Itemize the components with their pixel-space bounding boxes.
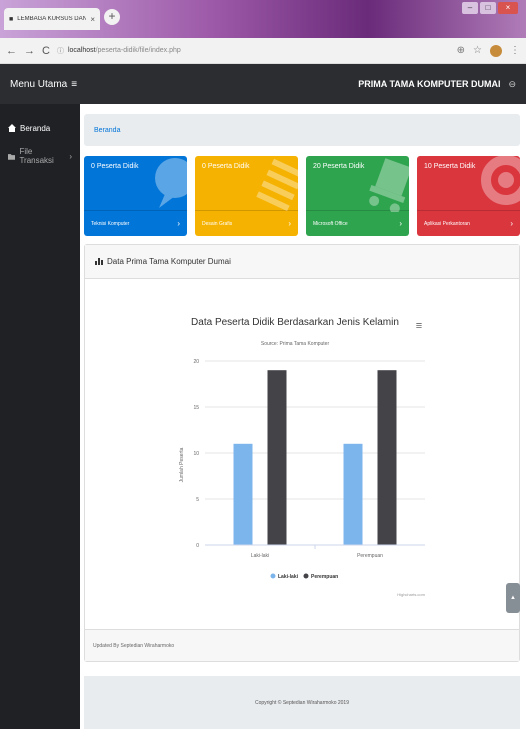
url-field[interactable]: ⓘ localhost/peserta-didik/file/index.php bbox=[57, 46, 450, 56]
stat-card-teknisi: 0 Peserta Didik Teknisi Komputer › bbox=[84, 156, 187, 236]
url-path: /peserta-didik/file/index.php bbox=[95, 47, 181, 54]
legend-marker bbox=[270, 573, 276, 579]
bar-laki-laki-perempuan[interactable] bbox=[343, 443, 363, 545]
brand-name: PRIMA TAMA KOMPUTER DUMAI bbox=[358, 79, 501, 89]
scroll-to-top-button[interactable]: ▲ bbox=[506, 583, 520, 613]
favicon-icon: ■ bbox=[9, 15, 14, 23]
chart-credits[interactable]: Highcharts.com bbox=[397, 592, 425, 597]
browser-menu-icon[interactable]: ⋮ bbox=[510, 45, 520, 56]
top-navbar: Menu Utama ≡ PRIMA TAMA KOMPUTER DUMAI ⊖ bbox=[0, 64, 526, 104]
main-content: Beranda 0 Peserta Didik Teknisi Komputer… bbox=[80, 104, 526, 729]
menu-label: Menu Utama bbox=[10, 78, 68, 90]
x-tick-label: Laki-laki bbox=[251, 553, 269, 559]
sidebar-item-label: Beranda bbox=[20, 123, 51, 133]
user-icon[interactable]: ⊖ bbox=[508, 79, 516, 90]
chart-panel: Data Prima Tama Komputer Dumai Data Pese… bbox=[84, 244, 520, 662]
y-tick-label: 10 bbox=[193, 451, 199, 457]
reload-icon[interactable]: C bbox=[42, 45, 50, 57]
zoom-icon[interactable]: ⊕ bbox=[457, 45, 465, 56]
copyright-text: Copyright © Septedian Wiraharmoko 2019 bbox=[254, 699, 349, 706]
panel-footer: Updated By Septedian Wiraharmoko bbox=[85, 629, 519, 661]
new-tab-button[interactable]: + bbox=[104, 9, 120, 25]
card-footer-link[interactable]: Teknisi Komputer › bbox=[84, 210, 187, 236]
card-count: 0 Peserta Didik bbox=[91, 163, 139, 170]
bar-chart-icon bbox=[95, 258, 103, 265]
list-icon bbox=[256, 158, 298, 212]
address-bar: ← → C ⓘ localhost/peserta-didik/file/ind… bbox=[0, 38, 526, 64]
legend-marker bbox=[303, 573, 309, 579]
tab-close-icon[interactable]: × bbox=[90, 15, 95, 24]
chart-title: Data Peserta Didik Berdasarkan Jenis Kel… bbox=[191, 317, 399, 328]
chevron-right-icon: › bbox=[288, 219, 291, 228]
stat-card-desain: 0 Peserta Didik Desain Grafis › bbox=[195, 156, 298, 236]
close-window-button[interactable]: × bbox=[498, 2, 518, 14]
info-icon: ⓘ bbox=[56, 47, 64, 55]
minimize-button[interactable]: – bbox=[462, 2, 478, 14]
card-foot-label: Desain Grafis bbox=[202, 220, 233, 227]
profile-avatar[interactable] bbox=[490, 44, 502, 57]
sidebar-item-file-transaksi[interactable]: File Transaksi › bbox=[0, 142, 80, 170]
x-tick-label: Perempuan bbox=[357, 553, 383, 559]
bar-chart: Data Peserta Didik Berdasarkan Jenis Kel… bbox=[179, 317, 426, 597]
tab-title: LEMBAGA KURSUS DAN PELATI bbox=[17, 16, 87, 22]
card-footer-link[interactable]: Desain Grafis › bbox=[195, 210, 298, 236]
y-tick-label: 5 bbox=[196, 497, 199, 503]
home-icon bbox=[8, 124, 16, 132]
card-foot-label: Teknisi Komputer bbox=[91, 220, 130, 227]
page-footer: Copyright © Septedian Wiraharmoko 2019 bbox=[84, 676, 520, 729]
card-count: 0 Peserta Didik bbox=[202, 163, 250, 170]
legend-item[interactable]: Laki-laki bbox=[270, 573, 299, 581]
chart-menu-icon[interactable]: ≡ bbox=[416, 320, 422, 332]
life-ring-icon bbox=[481, 156, 520, 205]
breadcrumb-link[interactable]: Beranda bbox=[94, 127, 120, 134]
chevron-right-icon: › bbox=[510, 219, 513, 228]
stat-card-perkantoran: 10 Peserta Didik Aplikasi Perkantoran › bbox=[417, 156, 520, 236]
legend-label: Perempuan bbox=[311, 574, 338, 580]
breadcrumb: Beranda bbox=[84, 114, 520, 146]
y-axis-label: Jumlah Peserta bbox=[179, 447, 185, 482]
maximize-button[interactable]: □ bbox=[480, 2, 496, 14]
card-count: 20 Peserta Didik bbox=[313, 163, 365, 170]
window-controls: – □ × bbox=[462, 2, 518, 14]
menu-toggle[interactable]: Menu Utama ≡ bbox=[10, 79, 80, 90]
back-icon[interactable]: ← bbox=[6, 45, 17, 57]
stat-card-office: 20 Peserta Didik Microsoft Office › bbox=[306, 156, 409, 236]
legend-label: Laki-laki bbox=[278, 574, 299, 580]
y-tick-label: 0 bbox=[196, 543, 199, 549]
panel-header: Data Prima Tama Komputer Dumai bbox=[85, 245, 519, 279]
chevron-right-icon: › bbox=[177, 219, 180, 228]
card-foot-label: Aplikasi Perkantoran bbox=[424, 220, 470, 227]
panel-footer-text: Updated By Septedian Wiraharmoko bbox=[93, 642, 175, 649]
y-tick-label: 15 bbox=[193, 405, 199, 411]
browser-tab[interactable]: ■ LEMBAGA KURSUS DAN PELATI × bbox=[4, 8, 100, 30]
star-icon[interactable]: ☆ bbox=[473, 45, 482, 56]
chart-subtitle: Source: Prima Tama Komputer bbox=[261, 341, 330, 347]
card-foot-label: Microsoft Office bbox=[313, 220, 348, 227]
url-host: localhost bbox=[67, 47, 96, 54]
bar-laki-laki-laki-laki[interactable] bbox=[233, 443, 253, 545]
folder-icon bbox=[8, 153, 16, 160]
card-footer-link[interactable]: Aplikasi Perkantoran › bbox=[417, 210, 520, 236]
cart-icon bbox=[369, 158, 409, 212]
hamburger-icon: ≡ bbox=[71, 78, 78, 90]
comments-icon bbox=[155, 158, 187, 208]
legend-item[interactable]: Perempuan bbox=[303, 573, 339, 581]
sidebar-item-label: File Transaksi bbox=[19, 147, 54, 165]
y-tick-label: 20 bbox=[193, 359, 199, 365]
bar-perempuan-laki-laki[interactable] bbox=[267, 370, 287, 545]
bar-perempuan-perempuan[interactable] bbox=[377, 370, 397, 545]
chevron-right-icon: › bbox=[399, 219, 402, 228]
card-footer-link[interactable]: Microsoft Office › bbox=[306, 210, 409, 236]
sidebar: Beranda File Transaksi › bbox=[0, 104, 80, 729]
sidebar-item-beranda[interactable]: Beranda bbox=[0, 114, 80, 142]
forward-icon[interactable]: → bbox=[24, 45, 35, 57]
panel-title: Data Prima Tama Komputer Dumai bbox=[107, 257, 231, 266]
chevron-right-icon: › bbox=[69, 151, 72, 161]
browser-tabbar: ■ LEMBAGA KURSUS DAN PELATI × + – □ × bbox=[0, 0, 526, 38]
card-count: 10 Peserta Didik bbox=[424, 163, 476, 170]
